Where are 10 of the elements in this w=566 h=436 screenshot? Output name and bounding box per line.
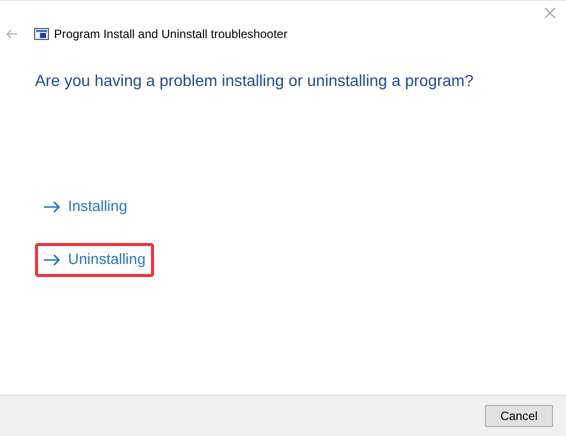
close-icon[interactable] — [544, 7, 556, 19]
option-link[interactable]: Installing — [35, 190, 136, 224]
question-heading: Are you having a problem installing or uninstalling a program? — [35, 72, 474, 92]
cancel-button[interactable]: Cancel — [485, 405, 553, 427]
back-arrow-icon[interactable] — [6, 29, 18, 39]
arrow-icon — [43, 254, 61, 266]
arrow-icon — [43, 201, 61, 214]
program-window-icon — [34, 28, 49, 40]
window-title: Program Install and Uninstall troubleshooter — [54, 26, 288, 43]
option-link[interactable]: Uninstalling — [35, 242, 154, 277]
